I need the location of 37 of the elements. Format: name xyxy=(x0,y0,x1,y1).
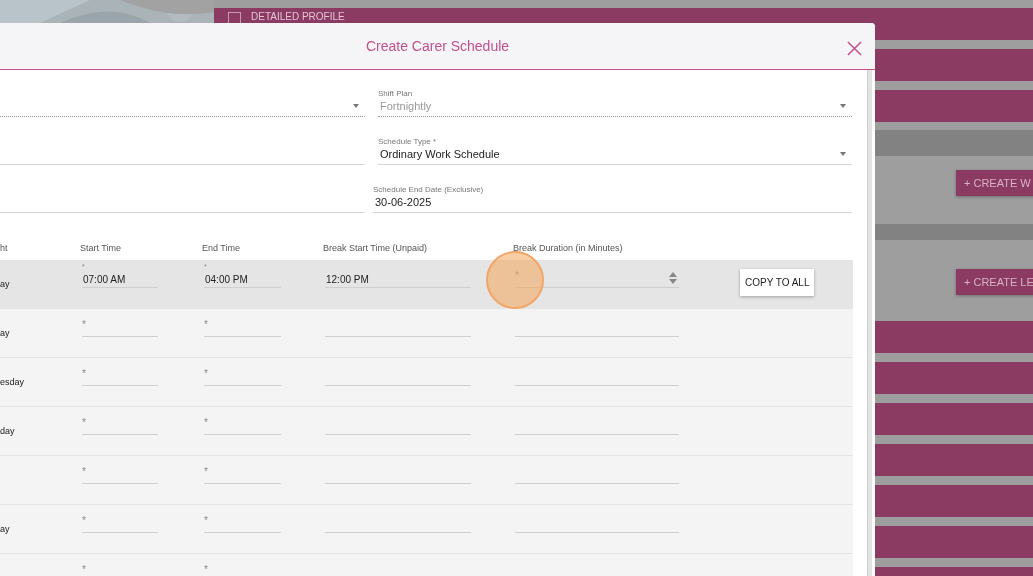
day-label: ay xyxy=(0,524,10,534)
time-field[interactable]: * xyxy=(204,562,281,576)
dialog-title: Create Carer Schedule xyxy=(365,38,510,54)
time-field[interactable]: * xyxy=(82,464,158,484)
time-field[interactable]: * xyxy=(204,317,281,337)
caret-icon xyxy=(353,104,359,108)
scrollbar[interactable] xyxy=(867,70,872,576)
create-button[interactable]: + CREATE W xyxy=(956,170,1033,196)
create-button[interactable]: + CREATE LE xyxy=(956,269,1033,295)
column-header: Break Duration (in Minutes) xyxy=(513,242,624,255)
day-label: day xyxy=(0,426,15,436)
column-header: ht xyxy=(0,242,9,255)
time-field[interactable]: * xyxy=(82,562,158,576)
spinner-icon[interactable] xyxy=(669,272,677,284)
time-field[interactable]: * xyxy=(204,464,281,484)
column-header: Start Time xyxy=(80,242,122,255)
close-icon[interactable] xyxy=(847,41,862,56)
day-label: esday xyxy=(0,377,25,387)
caret-icon xyxy=(840,152,846,156)
click-marker xyxy=(486,251,544,309)
time-field[interactable]: * xyxy=(82,366,158,386)
time-field[interactable]: 12:00 PM xyxy=(325,268,471,288)
time-field[interactable]: * xyxy=(82,513,158,533)
time-field[interactable]: * xyxy=(82,415,158,435)
time-field[interactable]: * xyxy=(204,513,281,533)
caret-icon xyxy=(840,104,846,108)
time-field[interactable]: * xyxy=(82,317,158,337)
day-label: ay xyxy=(0,328,10,338)
select-field[interactable]: Schedule Type * Ordinary Work Schedule xyxy=(378,126,852,165)
column-header: End Time xyxy=(202,242,242,255)
copy-to-all-button[interactable]: COPY TO ALL xyxy=(740,269,815,296)
column-header: Break Start Time (Unpaid) xyxy=(323,242,429,255)
time-field[interactable]: * xyxy=(204,366,281,386)
date-field[interactable]: Schedule End Date (Exclusive) 30-06-2025 xyxy=(373,174,852,213)
day-label: ay xyxy=(0,279,10,289)
time-field[interactable]: * xyxy=(204,415,281,435)
profile-label: DETAILED PROFILE xyxy=(251,11,345,23)
